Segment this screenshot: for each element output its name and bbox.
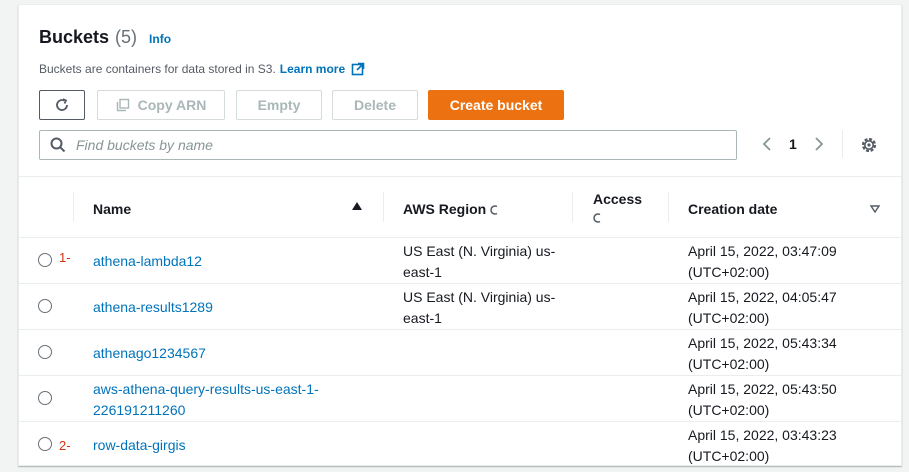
bucket-name-line: aws-athena-query-results-us-east-1- <box>93 381 319 397</box>
region-line: US East (N. Virginia) us- <box>403 243 556 259</box>
previous-page-button[interactable] <box>757 134 777 154</box>
bucket-region: US East (N. Virginia) us- east-1 <box>403 241 573 283</box>
table-row[interactable]: 2- row-data-girgis April 15, 2022, 03:43… <box>19 422 901 468</box>
column-header-name[interactable]: Name <box>93 201 131 217</box>
creation-date: April 15, 2022, 05:43:34 (UTC+02:00) <box>688 333 837 375</box>
date-line: April 15, 2022, 05:43:50 <box>688 381 837 397</box>
table-row[interactable]: athenago1234567 April 15, 2022, 05:43:34… <box>19 330 901 376</box>
date-line: (UTC+02:00) <box>688 356 770 372</box>
column-separator <box>73 192 74 222</box>
column-header-region-label: AWS Region <box>403 201 487 217</box>
chevron-left-icon <box>762 137 771 151</box>
info-link[interactable]: Info <box>149 32 171 46</box>
date-line: April 15, 2022, 03:47:09 <box>688 243 837 259</box>
learn-more-link[interactable]: Learn more <box>280 62 345 76</box>
table-row[interactable]: 1- athena-lambda12 US East (N. Virginia)… <box>19 238 901 284</box>
toolbar-divider <box>842 130 843 158</box>
bucket-count: (5) <box>115 27 138 47</box>
external-link-icon <box>351 62 365 76</box>
bucket-name-link[interactable]: aws-athena-query-results-us-east-1- 2261… <box>93 379 319 421</box>
creation-date: April 15, 2022, 03:47:09 (UTC+02:00) <box>688 241 837 283</box>
copy-arn-button[interactable]: Copy ARN <box>97 90 225 120</box>
row-select-radio[interactable] <box>38 345 52 359</box>
creation-date: April 15, 2022, 04:05:47 (UTC+02:00) <box>688 287 837 329</box>
date-line: (UTC+02:00) <box>688 264 770 280</box>
panel-header: Buckets (5) Info <box>39 27 171 48</box>
sort-descending-icon[interactable] <box>870 205 880 213</box>
table-header: Name AWS Region Access Creation date <box>19 176 901 238</box>
column-separator <box>668 192 669 222</box>
loading-spinner-icon <box>490 205 498 216</box>
table-row[interactable]: athena-results1289 US East (N. Virginia)… <box>19 284 901 330</box>
pagination: 1 <box>757 134 829 154</box>
column-separator <box>572 192 573 222</box>
copy-icon <box>116 98 129 112</box>
search-input[interactable] <box>74 136 714 154</box>
date-line: April 15, 2022, 05:43:34 <box>688 335 837 351</box>
refresh-button[interactable] <box>39 90 85 120</box>
bucket-name-link[interactable]: athena-lambda12 <box>93 251 202 272</box>
region-line: US East (N. Virginia) us- <box>403 289 556 305</box>
gear-icon[interactable] <box>859 135 879 155</box>
copy-arn-label: Copy ARN <box>137 97 207 113</box>
row-select-radio[interactable] <box>38 391 52 405</box>
date-line: (UTC+02:00) <box>688 402 770 418</box>
table-row[interactable]: aws-athena-query-results-us-east-1- 2261… <box>19 376 901 422</box>
date-line: (UTC+02:00) <box>688 310 770 326</box>
column-header-access[interactable]: Access <box>593 191 642 223</box>
column-separator <box>383 192 384 222</box>
search-box[interactable] <box>39 130 737 160</box>
loading-spinner-icon <box>593 213 601 223</box>
date-line: April 15, 2022, 04:05:47 <box>688 289 837 305</box>
creation-date: April 15, 2022, 05:43:50 (UTC+02:00) <box>688 379 837 421</box>
bucket-name-link[interactable]: athena-results1289 <box>93 297 213 318</box>
column-header-access-label: Access <box>593 191 643 207</box>
annotation-label: 1- <box>59 250 71 265</box>
chevron-right-icon <box>815 137 824 151</box>
page-number[interactable]: 1 <box>789 136 797 152</box>
sort-ascending-icon[interactable] <box>352 202 362 210</box>
next-page-button[interactable] <box>809 134 829 154</box>
row-select-radio[interactable] <box>38 437 52 451</box>
column-header-creation-date[interactable]: Creation date <box>688 201 777 217</box>
buckets-panel: Buckets (5) Info Buckets are containers … <box>18 4 902 466</box>
bucket-region: US East (N. Virginia) us- east-1 <box>403 287 573 329</box>
panel-description: Buckets are containers for data stored i… <box>39 62 365 76</box>
row-select-radio[interactable] <box>38 299 52 313</box>
description-text: Buckets are containers for data stored i… <box>39 62 276 76</box>
row-select-radio[interactable] <box>38 253 52 267</box>
page-title: Buckets <box>39 27 110 47</box>
annotation-label: 2- <box>59 438 71 453</box>
bucket-name-line: 226191211260 <box>93 402 186 418</box>
create-bucket-button[interactable]: Create bucket <box>428 90 564 120</box>
bucket-name-link[interactable]: row-data-girgis <box>93 435 186 456</box>
region-line: east-1 <box>403 264 442 280</box>
date-line: (UTC+02:00) <box>688 448 770 464</box>
bucket-name-link[interactable]: athenago1234567 <box>93 343 206 364</box>
column-header-region[interactable]: AWS Region <box>403 201 500 217</box>
search-icon <box>50 137 66 153</box>
region-line: east-1 <box>403 310 442 326</box>
creation-date: April 15, 2022, 03:43:23 (UTC+02:00) <box>688 425 837 467</box>
empty-button[interactable]: Empty <box>236 90 322 120</box>
date-line: April 15, 2022, 03:43:23 <box>688 427 837 443</box>
refresh-icon <box>56 98 68 111</box>
delete-button[interactable]: Delete <box>332 90 418 120</box>
